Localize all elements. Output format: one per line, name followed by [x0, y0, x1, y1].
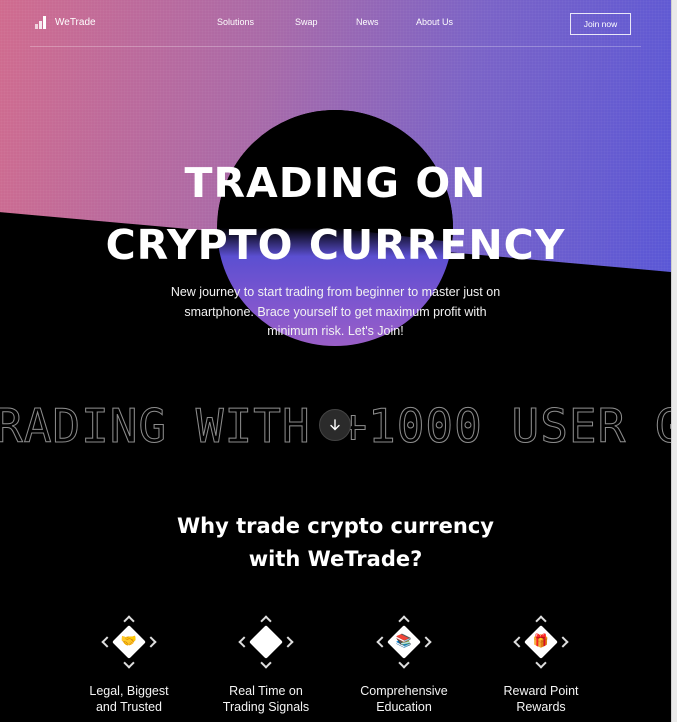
top-navbar: WeTrade Solutions Swap News About Us Joi…	[0, 0, 671, 48]
books-icon: 📚	[395, 634, 413, 649]
hero-subtitle: New journey to start trading from beginn…	[170, 285, 501, 338]
chevron-down-icon	[535, 657, 547, 669]
feature-label-line-2: and Trusted	[95, 700, 162, 714]
gift-icon: 🎁	[532, 634, 550, 649]
feature-label-line-1: Legal, Biggest	[89, 684, 169, 698]
feature-icon-frame: 🤝	[99, 613, 159, 673]
landing-page: WeTrade Solutions Swap News About Us Joi…	[0, 0, 671, 722]
chevron-down-icon	[398, 657, 410, 669]
feature-education: 📚 Comprehensive Education	[334, 613, 474, 715]
coffee-icon: ☕	[260, 634, 272, 649]
chevron-down-icon	[123, 657, 135, 669]
nav-link-news[interactable]: News	[356, 17, 379, 27]
arrow-down-icon	[330, 419, 340, 431]
feature-label: Legal, Biggest and Trusted	[59, 683, 199, 715]
feature-label-line-2: Education	[376, 700, 432, 714]
feature-label: Reward Point Rewards	[471, 683, 611, 715]
scroll-down-button[interactable]	[319, 409, 351, 441]
feature-icon-frame: ☕	[236, 613, 296, 673]
nav-link-solutions[interactable]: Solutions	[217, 17, 254, 27]
feature-label: Comprehensive Education	[334, 683, 474, 715]
feature-icon-frame: 🎁	[511, 613, 571, 673]
feature-rewards: 🎁 Reward Point Rewards	[471, 613, 611, 715]
window-scrollbar[interactable]	[671, 0, 677, 722]
hero-title: TRADING ON CRYPTO CURRENCY	[0, 152, 671, 276]
feature-icon-frame: 📚	[374, 613, 434, 673]
hero-title-line-2: CRYPTO CURRENCY	[105, 221, 566, 269]
why-title-line-1: Why trade crypto currency	[176, 514, 494, 538]
feature-label-line-1: Real Time on	[229, 684, 303, 698]
handshake-icon: 🤝	[120, 634, 138, 649]
why-title-line-2: with WeTrade?	[248, 547, 423, 571]
nav-link-swap[interactable]: Swap	[295, 17, 318, 27]
feature-label-line-2: Trading Signals	[222, 700, 310, 714]
join-now-button[interactable]: Join now	[570, 13, 631, 35]
feature-label-line-2: Rewards	[516, 700, 566, 714]
why-section-title: Why trade crypto currency with WeTrade?	[0, 510, 671, 576]
chevron-down-icon	[260, 657, 272, 669]
hero-title-line-1: TRADING ON	[184, 159, 487, 207]
feature-label: Real Time on Trading Signals	[196, 683, 336, 715]
feature-signals: ☕ Real Time on Trading Signals	[196, 613, 336, 715]
feature-label-line-1: Comprehensive	[360, 684, 448, 698]
nav-link-about-us[interactable]: About Us	[416, 17, 453, 27]
nav-divider	[30, 46, 641, 47]
feature-legal: 🤝 Legal, Biggest and Trusted	[59, 613, 199, 715]
feature-label-line-1: Reward Point	[503, 684, 579, 698]
